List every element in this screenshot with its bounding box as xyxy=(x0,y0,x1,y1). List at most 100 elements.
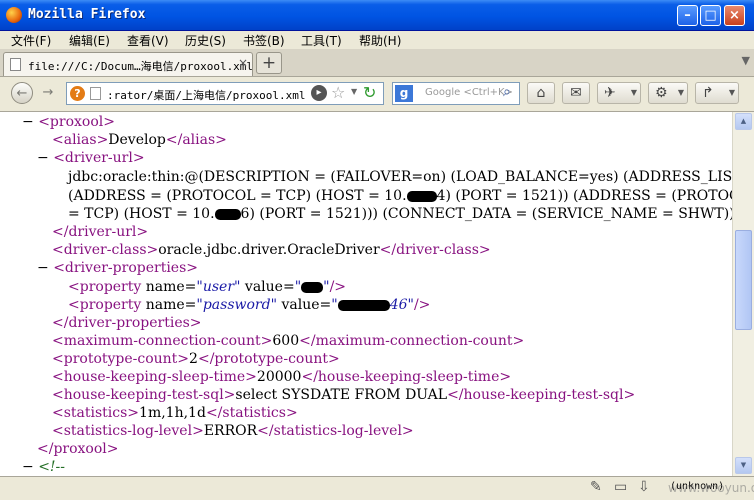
xml-tag: </house-keeping-test-sql> xyxy=(447,387,636,403)
page-icon xyxy=(90,87,101,100)
xml-tag: <statistics-log-level> xyxy=(52,423,204,439)
home-icon: ⌂ xyxy=(536,85,546,101)
xml-attr-value: " xyxy=(331,297,338,313)
menu-view[interactable]: 查看(V) xyxy=(127,32,169,49)
xml-tag: <driver-class> xyxy=(52,242,159,258)
xml-text: (ADDRESS = (PROTOCOL = TCP) (HOST = 10. xyxy=(68,188,407,204)
xml-tag: <maximum-connection-count> xyxy=(52,333,273,349)
menu-bookmarks[interactable]: 书签(B) xyxy=(243,32,285,49)
status-bar: ✎ ▭ ⇩ (unknown) xyxy=(0,476,754,500)
collapse-toggle[interactable]: − xyxy=(37,260,49,276)
xml-tag: </driver-class> xyxy=(379,242,491,258)
menu-history[interactable]: 历史(S) xyxy=(185,32,226,49)
redaction-mark xyxy=(301,281,324,293)
screen-icon[interactable]: ▭ xyxy=(614,479,627,495)
tab-title: file:///C:/Docum…海电信/proxool.xml xyxy=(28,60,254,73)
xml-tag: <house-keeping-test-sql> xyxy=(52,387,236,403)
xml-text: ERROR xyxy=(203,423,258,439)
xml-tag: </alias> xyxy=(165,132,227,148)
chevron-down-icon: ▼ xyxy=(728,88,735,97)
collapse-toggle[interactable]: − xyxy=(37,150,49,166)
navigation-toolbar: ← → ? :rator/桌面/上海电信/proxool.xml ▸ ☆ ▼ ↻… xyxy=(0,77,754,112)
menu-help[interactable]: 帮助(H) xyxy=(359,32,401,49)
xml-text: = TCP) (HOST = 10. xyxy=(68,206,215,222)
home-button[interactable]: ⌂ xyxy=(527,82,555,104)
xml-tag: <driver-url> xyxy=(53,150,145,166)
xml-line-driver-url-1: jdbc:oracle:thin:@(DESCRIPTION = (FAILOV… xyxy=(68,168,732,186)
tab-list-icon[interactable]: ▼ xyxy=(742,54,750,67)
tab-close-icon[interactable]: × xyxy=(238,56,248,70)
url-text[interactable]: :rator/桌面/上海电信/proxool.xml xyxy=(107,87,305,103)
forward-button[interactable]: → xyxy=(37,82,59,104)
xml-attr-value: "user" xyxy=(196,279,241,295)
xml-tag: /> xyxy=(413,297,431,313)
download-icon[interactable]: ⇩ xyxy=(638,479,650,495)
scroll-down-icon[interactable]: ▼ xyxy=(735,457,752,474)
back-button[interactable]: ← xyxy=(11,82,33,104)
xml-tag: <prototype-count> xyxy=(52,351,190,367)
addon-button[interactable]: ✈ ▼ xyxy=(597,82,641,104)
page-icon xyxy=(10,58,21,71)
xml-attr: value= xyxy=(281,297,332,313)
scroll-thumb[interactable] xyxy=(735,230,752,330)
xml-attr: name= xyxy=(145,279,197,295)
scroll-up-icon[interactable]: ▲ xyxy=(735,113,752,130)
xml-line-property-user: <property name="user" value=" "/> xyxy=(68,278,346,296)
xml-line-prototype: <prototype-count>2</prototype-count> xyxy=(52,350,340,368)
mail-button[interactable]: ✉ xyxy=(562,82,590,104)
search-bar[interactable]: g Google <Ctrl+K> ⌕ xyxy=(392,82,520,105)
maximize-button[interactable]: □ xyxy=(700,5,721,26)
google-icon[interactable]: g xyxy=(395,85,413,102)
pen-icon[interactable]: ✎ xyxy=(590,479,602,495)
url-dropdown-icon[interactable]: ▼ xyxy=(351,87,357,96)
chevron-down-icon: ▼ xyxy=(677,88,684,97)
xml-line-root-close: </proxool> xyxy=(37,440,119,458)
close-button[interactable]: × xyxy=(724,5,745,26)
xml-line-hk-sleep: <house-keeping-sleep-time>20000</house-k… xyxy=(52,368,511,386)
firefox-icon xyxy=(6,7,22,23)
vertical-scrollbar[interactable]: ▲ ▼ xyxy=(732,112,754,476)
url-bar[interactable]: ? :rator/桌面/上海电信/proxool.xml ▸ ☆ ▼ ↻ xyxy=(66,82,384,105)
xml-tag: </driver-properties> xyxy=(52,315,202,331)
xml-viewer: − <proxool> <alias>Develop</alias> − <dr… xyxy=(0,112,732,476)
redirect-button[interactable]: ↱ ▼ xyxy=(695,82,739,104)
xml-text: select SYSDATE FROM DUAL xyxy=(235,387,448,403)
tab-proxool[interactable]: file:///C:/Docum…海电信/proxool.xml × xyxy=(3,52,253,76)
xml-tag: <statistics> xyxy=(52,405,140,421)
reload-icon[interactable]: ↻ xyxy=(363,83,376,102)
xml-line-property-password: <property name="password" value=" 46"/> xyxy=(68,296,430,314)
menu-bar: 文件(F) 编辑(E) 查看(V) 历史(S) 书签(B) 工具(T) 帮助(H… xyxy=(0,31,754,49)
bookmark-star-icon[interactable]: ☆ xyxy=(331,83,345,102)
xml-text: Develop xyxy=(108,132,166,148)
watermark: www.wooyun.org xyxy=(668,481,754,495)
search-icon[interactable]: ⌕ xyxy=(503,84,511,100)
xml-attr-value: 46" xyxy=(389,297,414,313)
xml-tag: <property xyxy=(68,279,142,295)
xml-line-alias: <alias>Develop</alias> xyxy=(52,131,227,149)
collapse-toggle[interactable]: − xyxy=(22,114,34,130)
xml-tag: </statistics> xyxy=(205,405,298,421)
xml-line-driver-url-3: = TCP) (HOST = 10. 6) (PORT = 1521))) (CO… xyxy=(68,205,732,223)
site-identity-icon[interactable]: ? xyxy=(70,86,85,101)
tools-button[interactable]: ⚙ ▼ xyxy=(648,82,688,104)
menu-tools[interactable]: 工具(T) xyxy=(301,32,342,49)
collapse-toggle[interactable]: − xyxy=(22,459,34,475)
new-tab-button[interactable]: + xyxy=(256,52,282,74)
xml-line-root-open: − <proxool> xyxy=(22,113,115,131)
xml-line-stats-level: <statistics-log-level>ERROR</statistics-… xyxy=(52,422,414,440)
search-placeholder: Google <Ctrl+K> xyxy=(425,87,513,98)
minimize-button[interactable]: – xyxy=(677,5,698,26)
xml-text: 600 xyxy=(272,333,300,349)
xml-comment: <!-- xyxy=(38,459,66,475)
xml-text: 1m,1h,1d xyxy=(139,405,206,421)
go-icon[interactable]: ▸ xyxy=(311,85,327,101)
xml-line-driver-class: <driver-class>oracle.jdbc.driver.OracleD… xyxy=(52,241,491,259)
title-bar: Mozilla Firefox – □ × xyxy=(0,0,754,31)
xml-tag: </statistics-log-level> xyxy=(257,423,414,439)
xml-tag: </driver-url> xyxy=(52,224,149,240)
menu-edit[interactable]: 编辑(E) xyxy=(69,32,110,49)
xml-line-driver-url-2: (ADDRESS = (PROTOCOL = TCP) (HOST = 10. 4… xyxy=(68,187,732,205)
menu-file[interactable]: 文件(F) xyxy=(11,32,51,49)
xml-attr: value= xyxy=(244,279,295,295)
redaction-mark xyxy=(406,190,437,202)
